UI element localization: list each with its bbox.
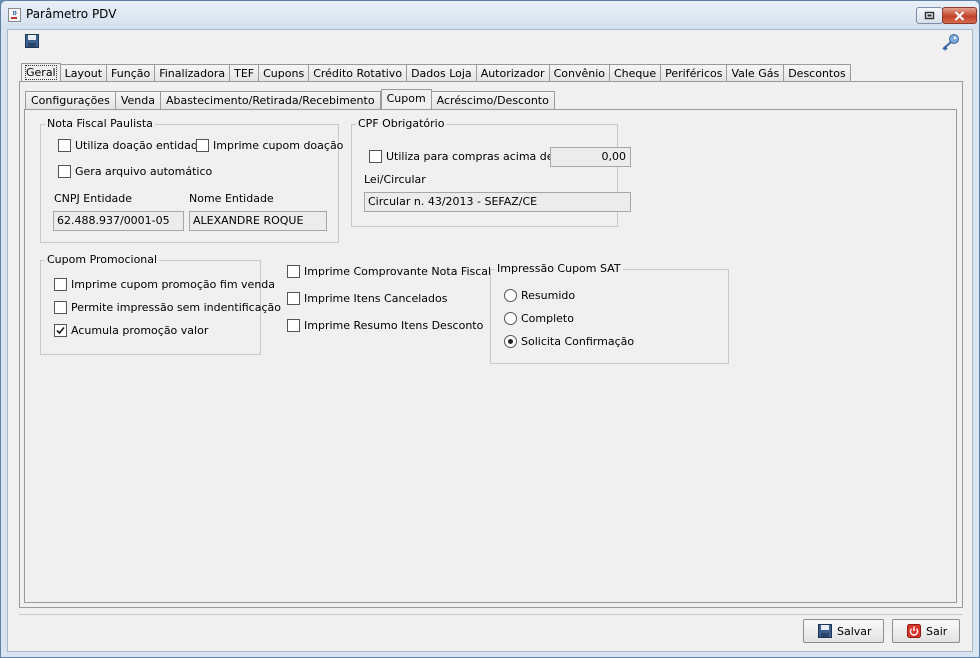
- tab-funcao[interactable]: Função: [107, 64, 156, 82]
- imprime-fim-venda-checkbox[interactable]: Imprime cupom promoção fim venda: [54, 278, 275, 291]
- tab-credito-rotativo[interactable]: Crédito Rotativo: [309, 64, 408, 82]
- cnpj-label: CNPJ Entidade: [54, 192, 133, 205]
- radio-label: Completo: [521, 312, 574, 325]
- tab-abastecimento[interactable]: Abastecimento/Retirada/Recebimento: [160, 91, 381, 109]
- nota-fiscal-paulista-group: Nota Fiscal Paulista Utiliza doação enti…: [40, 117, 343, 243]
- sair-button[interactable]: Sair: [892, 619, 960, 643]
- checkbox-box[interactable]: [287, 265, 300, 278]
- checkbox-box[interactable]: [196, 139, 209, 152]
- checkbox-label: Imprime Comprovante Nota Fiscal: [304, 265, 492, 278]
- valor-minimo-field[interactable]: 0,00: [550, 147, 631, 167]
- checkbox-box[interactable]: [287, 292, 300, 305]
- checkbox-box[interactable]: [54, 324, 67, 337]
- footer-divider: [19, 614, 963, 615]
- close-button[interactable]: [942, 7, 977, 24]
- resumo-desconto-checkbox[interactable]: Imprime Resumo Itens Desconto: [287, 319, 483, 332]
- radio-completo[interactable]: Completo: [504, 312, 574, 325]
- checkbox-label: Acumula promoção valor: [71, 324, 209, 337]
- lei-circular-field[interactable]: Circular n. 43/2013 - SEFAZ/CE: [364, 192, 631, 212]
- main-tab-strip: Geral Layout Função Finalizadora TEF Cup…: [21, 63, 851, 82]
- checkbox-box[interactable]: [58, 139, 71, 152]
- itens-cancelados-checkbox[interactable]: Imprime Itens Cancelados: [287, 292, 447, 305]
- checkmark-icon: [56, 326, 65, 335]
- java-cup-icon: [8, 8, 21, 22]
- checkbox-label: Imprime cupom promoção fim venda: [71, 278, 276, 291]
- power-icon: [907, 624, 921, 638]
- group-title: Nota Fiscal Paulista: [45, 117, 155, 130]
- checkbox-box[interactable]: [287, 319, 300, 332]
- window-content: Geral Layout Função Finalizadora TEF Cup…: [7, 29, 973, 652]
- checkbox-label: Imprime cupom doação: [213, 139, 344, 152]
- radio-circle[interactable]: [504, 335, 517, 348]
- gera-arquivo-checkbox[interactable]: Gera arquivo automático: [58, 165, 212, 178]
- radio-dot: [508, 339, 513, 344]
- sub-tab-strip: Configurações Venda Abastecimento/Retira…: [25, 89, 555, 109]
- title-bar[interactable]: Parâmetro PDV: [1, 1, 979, 29]
- nome-entidade-label: Nome Entidade: [189, 192, 274, 205]
- cpf-obrigatorio-group: CPF Obrigatório Utiliza para compras aci…: [351, 117, 631, 227]
- tab-dados-loja[interactable]: Dados Loja: [407, 64, 477, 82]
- checkbox-label: Utiliza doação entidade: [75, 139, 205, 152]
- tab-label: Geral: [25, 65, 57, 80]
- cupom-panel: Nota Fiscal Paulista Utiliza doação enti…: [24, 109, 957, 603]
- tab-cupons[interactable]: Cupons: [259, 64, 310, 82]
- acumula-promocao-checkbox[interactable]: Acumula promoção valor: [54, 324, 208, 337]
- checkbox-box[interactable]: [54, 301, 67, 314]
- group-title: CPF Obrigatório: [356, 117, 447, 130]
- tab-descontos[interactable]: Descontos: [784, 64, 851, 82]
- tab-cheque[interactable]: Cheque: [609, 64, 662, 82]
- application-window: Parâmetro PDV Geral Layout Função Finali…: [0, 0, 980, 658]
- checkbox-box[interactable]: [54, 278, 67, 291]
- tab-tef[interactable]: TEF: [230, 64, 260, 82]
- checkbox-box[interactable]: [369, 150, 382, 163]
- utiliza-compras-checkbox[interactable]: Utiliza para compras acima de R$: [369, 150, 572, 163]
- tab-cupom[interactable]: Cupom: [380, 89, 432, 109]
- tab-acrescimo-desconto[interactable]: Acréscimo/Desconto: [431, 91, 555, 109]
- group-title: Impressão Cupom SAT: [495, 262, 623, 275]
- window-title: Parâmetro PDV: [26, 7, 117, 21]
- restore-button[interactable]: [916, 7, 943, 24]
- restore-icon: [924, 11, 935, 20]
- utiliza-doacao-checkbox[interactable]: Utiliza doação entidade: [58, 139, 205, 152]
- radio-solicita-confirmacao[interactable]: Solicita Confirmação: [504, 335, 634, 348]
- radio-label: Resumido: [521, 289, 576, 302]
- checkbox-label: Imprime Itens Cancelados: [304, 292, 448, 305]
- tab-venda[interactable]: Venda: [115, 91, 161, 109]
- impressao-sat-group: Impressão Cupom SAT Resumido Completo So…: [490, 262, 729, 364]
- button-label: Salvar: [837, 624, 872, 638]
- key-icon[interactable]: [940, 33, 960, 51]
- salvar-button[interactable]: Salvar: [803, 619, 884, 643]
- radio-label: Solicita Confirmação: [521, 335, 635, 348]
- cupom-promocional-group: Cupom Promocional Imprime cupom promoção…: [40, 253, 281, 355]
- save-icon: [818, 624, 832, 638]
- checkbox-label: Gera arquivo automático: [75, 165, 213, 178]
- checkbox-label: Imprime Resumo Itens Desconto: [304, 319, 484, 332]
- tab-configuracoes[interactable]: Configurações: [25, 91, 116, 109]
- cnpj-field[interactable]: 62.488.937/0001-05: [53, 211, 184, 231]
- group-title: Cupom Promocional: [45, 253, 160, 266]
- save-icon[interactable]: [25, 34, 39, 48]
- radio-circle[interactable]: [504, 312, 517, 325]
- checkbox-box[interactable]: [58, 165, 71, 178]
- close-icon: [954, 10, 965, 21]
- checkbox-label: Utiliza para compras acima de R$: [386, 150, 572, 163]
- tab-layout[interactable]: Layout: [60, 64, 108, 82]
- permite-sem-identificacao-checkbox[interactable]: Permite impressão sem indentificação: [54, 301, 281, 314]
- tab-finalizadora[interactable]: Finalizadora: [155, 64, 231, 82]
- imprime-cupom-doacao-checkbox[interactable]: Imprime cupom doação: [196, 139, 343, 152]
- tab-perifericos[interactable]: Periféricos: [661, 64, 728, 82]
- nome-entidade-field[interactable]: ALEXANDRE ROQUE: [189, 211, 327, 231]
- checkbox-label: Permite impressão sem indentificação: [71, 301, 281, 314]
- tab-geral[interactable]: Geral: [21, 63, 61, 82]
- geral-panel: Configurações Venda Abastecimento/Retira…: [19, 81, 963, 608]
- radio-circle[interactable]: [504, 289, 517, 302]
- comprovante-nf-checkbox[interactable]: Imprime Comprovante Nota Fiscal: [287, 265, 491, 278]
- button-label: Sair: [926, 624, 948, 638]
- tab-convenio[interactable]: Convênio: [549, 64, 610, 82]
- lei-circular-label: Lei/Circular: [364, 173, 426, 186]
- radio-resumido[interactable]: Resumido: [504, 289, 575, 302]
- tab-autorizador[interactable]: Autorizador: [476, 64, 550, 82]
- tab-vale-gas[interactable]: Vale Gás: [727, 64, 785, 82]
